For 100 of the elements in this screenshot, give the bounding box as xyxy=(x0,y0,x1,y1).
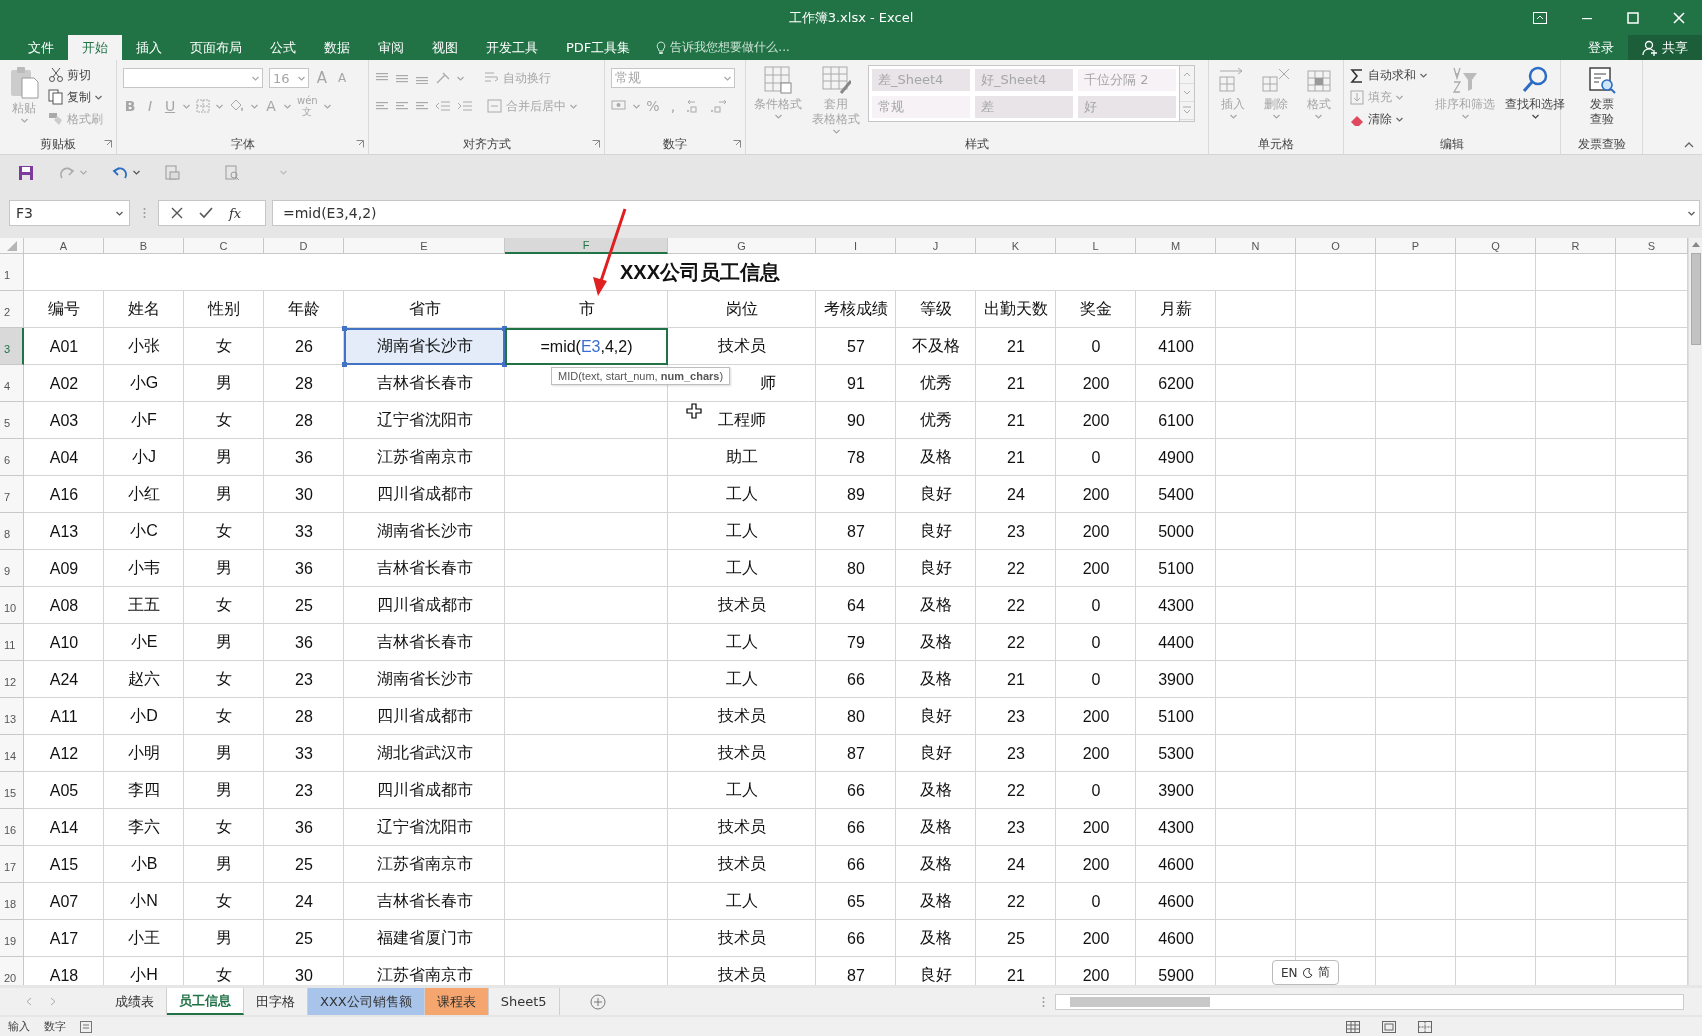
row-header[interactable]: 3 xyxy=(0,328,24,365)
row-header[interactable]: 6 xyxy=(0,439,24,476)
caret-icon[interactable] xyxy=(1396,116,1403,122)
column-header[interactable]: D xyxy=(264,238,344,254)
menu-tab[interactable]: 视图 xyxy=(418,35,472,60)
column-header[interactable]: R xyxy=(1536,238,1616,254)
column-header[interactable]: L xyxy=(1056,238,1136,254)
column-header[interactable]: N xyxy=(1216,238,1296,254)
menu-tab[interactable]: 审阅 xyxy=(364,35,418,60)
align-center-icon[interactable] xyxy=(395,100,409,112)
row-header[interactable]: 2 xyxy=(0,291,24,328)
align-middle-icon[interactable] xyxy=(395,72,409,84)
menu-tab[interactable]: PDF工具集 xyxy=(552,35,645,60)
ribbon-display-icon[interactable] xyxy=(1533,11,1547,24)
splitter-handle-icon[interactable] xyxy=(142,207,146,219)
insert-function-button[interactable]: fx xyxy=(229,205,242,221)
add-sheet-icon[interactable] xyxy=(589,993,606,1010)
dialog-launcher-icon[interactable] xyxy=(104,140,112,148)
row-header[interactable]: 13 xyxy=(0,698,24,735)
row-header[interactable]: 5 xyxy=(0,402,24,439)
collapse-ribbon-icon[interactable] xyxy=(1684,141,1694,148)
dialog-launcher-icon[interactable] xyxy=(592,140,600,148)
menu-tab[interactable]: 公式 xyxy=(256,35,310,60)
text-orientation-icon[interactable] xyxy=(435,71,451,85)
tell-me-field[interactable]: 告诉我您想要做什么... xyxy=(670,39,790,56)
row-header[interactable]: 12 xyxy=(0,661,24,698)
menu-tab[interactable]: 插入 xyxy=(122,35,176,60)
row-header[interactable]: 8 xyxy=(0,513,24,550)
row-header[interactable]: 10 xyxy=(0,587,24,624)
sheet-tab[interactable]: 员工信息 xyxy=(167,988,244,1015)
column-header[interactable]: J xyxy=(896,238,976,254)
row-header[interactable]: 11 xyxy=(0,624,24,661)
caret-icon[interactable] xyxy=(116,210,123,216)
caret-icon[interactable] xyxy=(95,94,102,100)
invoice-check-button[interactable]: 发票 查验 xyxy=(1567,65,1636,127)
confirm-icon[interactable] xyxy=(199,207,213,219)
menu-tab[interactable]: 开始 xyxy=(68,35,122,60)
scroll-up-icon[interactable] xyxy=(1691,242,1700,247)
save-icon[interactable] xyxy=(18,164,34,181)
row-header[interactable]: 9 xyxy=(0,550,24,587)
fill-bucket-icon[interactable] xyxy=(229,99,245,113)
column-header[interactable]: F xyxy=(505,238,668,254)
column-header[interactable]: O xyxy=(1296,238,1376,254)
row-header[interactable]: 14 xyxy=(0,735,24,772)
splitter-handle-icon[interactable] xyxy=(1042,995,1045,1008)
formula-input[interactable]: =mid(E3,4,2) xyxy=(272,200,1700,226)
row-header[interactable]: 20 xyxy=(0,957,24,985)
print-preview-icon[interactable] xyxy=(164,164,180,181)
document-search-icon[interactable] xyxy=(224,164,240,181)
borders-icon[interactable] xyxy=(196,99,210,113)
menu-tab[interactable]: 开发工具 xyxy=(472,35,552,60)
decrease-indent-icon[interactable] xyxy=(435,100,451,112)
column-header[interactable]: K xyxy=(976,238,1056,254)
font-name-field[interactable] xyxy=(123,68,263,88)
row-header[interactable]: 19 xyxy=(0,920,24,957)
horizontal-scrollbar[interactable] xyxy=(1055,993,1684,1010)
next-sheet-icon[interactable] xyxy=(50,997,56,1006)
caret-icon[interactable] xyxy=(1420,72,1427,78)
column-header[interactable]: E xyxy=(344,238,505,254)
column-header[interactable]: C xyxy=(184,238,264,254)
column-header[interactable]: P xyxy=(1376,238,1456,254)
normal-view-icon[interactable] xyxy=(1346,1020,1360,1033)
name-box[interactable]: F3 xyxy=(9,200,130,226)
redo-icon[interactable] xyxy=(58,165,76,180)
close-icon[interactable] xyxy=(1673,11,1685,24)
clipboard-action[interactable]: 剪切 xyxy=(48,65,103,85)
row-header[interactable]: 16 xyxy=(0,809,24,846)
row-header[interactable]: 17 xyxy=(0,846,24,883)
editing-button[interactable]: 查找和选择 xyxy=(1503,65,1567,119)
decrease-decimal-icon[interactable] xyxy=(710,99,728,113)
column-header[interactable]: Q xyxy=(1456,238,1536,254)
ime-indicator[interactable]: EN 简 xyxy=(1272,960,1339,985)
cancel-icon[interactable] xyxy=(171,207,183,219)
scrollbar-thumb[interactable] xyxy=(1690,253,1701,345)
column-header[interactable]: G xyxy=(668,238,816,254)
row-header[interactable]: 18 xyxy=(0,883,24,920)
row-header[interactable]: 1 xyxy=(0,254,24,291)
page-break-icon[interactable] xyxy=(1418,1020,1432,1033)
maximize-icon[interactable] xyxy=(1627,11,1639,24)
menu-tab[interactable]: 文件 xyxy=(14,35,68,60)
row-header[interactable]: 4 xyxy=(0,365,24,402)
share-button[interactable]: 共享 xyxy=(1628,35,1702,60)
menu-tab[interactable]: 页面布局 xyxy=(176,35,256,60)
align-right-icon[interactable] xyxy=(415,100,429,112)
row-header[interactable]: 7 xyxy=(0,476,24,513)
menu-tab[interactable]: 数据 xyxy=(310,35,364,60)
column-header[interactable]: A xyxy=(24,238,104,254)
sheet-tab[interactable]: XXX公司销售额 xyxy=(308,988,425,1015)
currency-icon[interactable] xyxy=(611,99,627,113)
macro-record-icon[interactable] xyxy=(80,1020,92,1033)
sign-in-link[interactable]: 登录 xyxy=(1574,35,1628,60)
column-header[interactable]: M xyxy=(1136,238,1216,254)
vertical-scrollbar[interactable] xyxy=(1688,238,1702,985)
row-header[interactable]: 15 xyxy=(0,772,24,809)
clipboard-action[interactable]: 复制 xyxy=(48,87,103,107)
dialog-launcher-icon[interactable] xyxy=(733,140,741,148)
column-header[interactable]: I xyxy=(816,238,896,254)
sheet-tab[interactable]: Sheet5 xyxy=(488,988,560,1015)
select-all-icon[interactable] xyxy=(6,240,17,251)
column-header[interactable]: B xyxy=(104,238,184,254)
